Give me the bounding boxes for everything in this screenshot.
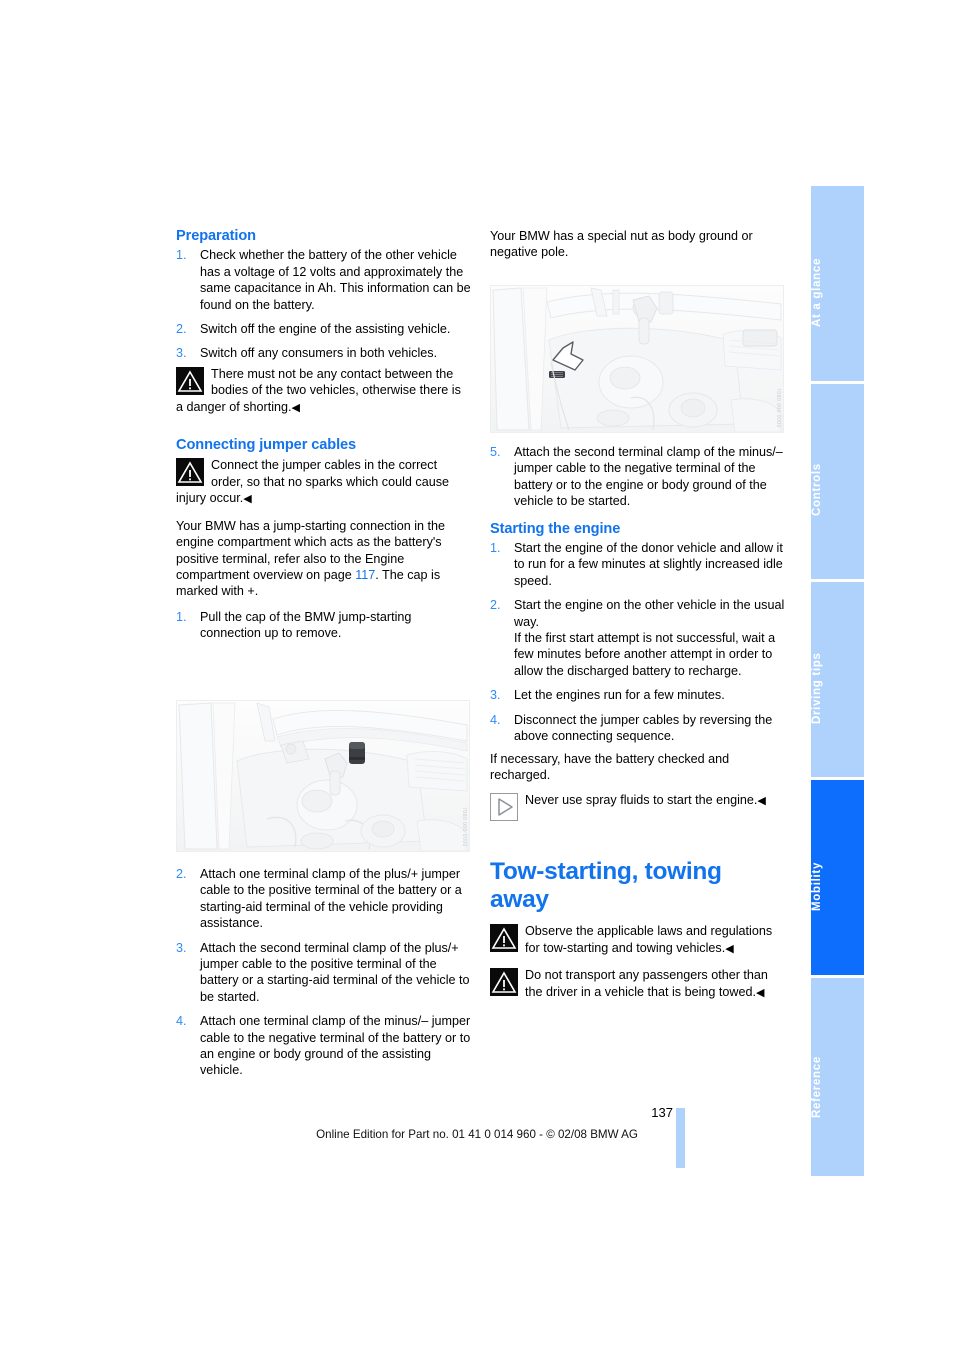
paragraph-battery-check: If necessary, have the battery checked a… (490, 751, 730, 782)
step-text: Attach the second terminal clamp of the … (200, 940, 470, 1004)
note-triangle-icon (490, 793, 518, 822)
list-item: 2. Attach one terminal clamp of the plus… (176, 866, 471, 932)
list-item: 1. Pull the cap of the BMW jump-starting… (176, 609, 471, 642)
warning-triangle-icon (490, 968, 518, 997)
end-of-warning-mark: ◀ (725, 942, 734, 955)
jumper-cable-step-list-part3: 5. Attach the second terminal clamp of t… (490, 444, 785, 510)
step-text: Attach one terminal clamp of the minus/–… (200, 1014, 471, 1078)
warning-block-no-passengers: Do not transport any passengers other th… (490, 967, 785, 1001)
sidebar-tab-driving-tips[interactable]: Driving tips (811, 582, 864, 777)
warning-text: There must not be any contact between th… (176, 366, 461, 414)
sidebar-tab-at-a-glance[interactable]: At a glance (811, 186, 864, 381)
list-item: 4. Attach one terminal clamp of the minu… (176, 1013, 471, 1079)
step-text: Start the engine of the donor vehicle an… (514, 541, 783, 588)
step-text: Switch off any consumers in both vehicle… (200, 346, 438, 361)
step-number: 1. (176, 248, 187, 263)
list-item: 3. Switch off any consumers in both vehi… (176, 345, 471, 361)
sidebar-tab-at-a-glance-label: At a glance (811, 257, 823, 327)
step-number: 3. (176, 346, 187, 361)
end-of-note-mark: ◀ (757, 795, 766, 808)
step-text: Disconnect the jumper cables by reversin… (514, 712, 773, 744)
paragraph-body-ground: Your BMW has a special nut as body groun… (490, 229, 753, 260)
list-item: 1. Check whether the battery of the othe… (176, 247, 471, 313)
page-number: 137 (651, 1105, 673, 1120)
list-item: 3. Attach the second terminal clamp of t… (176, 940, 471, 1006)
right-text-column-intro: Your BMW has a special nut as body groun… (490, 228, 785, 261)
jumper-cable-step-list-part1: 1. Pull the cap of the BMW jump-starting… (176, 609, 471, 642)
step-number: 2. (490, 598, 501, 613)
warning-triangle-icon (176, 366, 204, 395)
footer-text: Online Edition for Part no. 01 41 0 014 … (316, 1128, 638, 1141)
heading-starting-the-engine: Starting the engine (490, 520, 621, 537)
note-block-spray-fluids: Never use spray fluids to start the engi… (490, 792, 785, 822)
list-item: 1. Start the engine of the donor vehicle… (490, 540, 785, 589)
warning-text: Connect the jumper cables in the correct… (176, 458, 450, 506)
sidebar-tab-reference[interactable]: Reference (811, 978, 864, 1176)
list-item: 4. Disconnect the jumper cables by rever… (490, 712, 785, 745)
step-text: Attach the second terminal clamp of the … (514, 445, 783, 509)
jumper-cable-step-list-part2: 2. Attach one terminal clamp of the plus… (176, 866, 471, 1079)
starting-engine-step-list: 1. Start the engine of the donor vehicle… (490, 540, 785, 744)
manual-page: At a glance Controls Driving tips Mobili… (0, 0, 954, 1350)
list-item: 3. Let the engines run for a few minutes… (490, 687, 785, 703)
page-title: Tow-starting, towing away (490, 858, 722, 914)
warning-block-cable-order: Connect the jumper cables in the correct… (176, 457, 471, 507)
step-text: Check whether the battery of the other v… (200, 248, 471, 312)
step-number: 2. (176, 867, 187, 881)
sidebar-tab-controls-label: Controls (811, 463, 823, 517)
step-text: Let the engines run for a few minutes. (514, 688, 725, 703)
page-reference-link[interactable]: 117 (355, 568, 375, 582)
paragraph-jump-start-connection: Your BMW has a jump-starting connection … (176, 518, 471, 600)
warning-triangle-icon (490, 924, 518, 953)
sidebar-tab-mobility[interactable]: Mobility (811, 780, 864, 975)
warning-triangle-icon (176, 458, 204, 487)
step-number: 3. (490, 688, 501, 703)
sidebar-tab-controls[interactable]: Controls (811, 384, 864, 579)
warning-text: Do not transport any passengers other th… (525, 968, 768, 999)
end-of-warning-mark: ◀ (243, 493, 252, 506)
step-number: 2. (176, 322, 187, 337)
end-of-warning-mark: ◀ (756, 986, 765, 999)
sidebar-tab-driving-tips-label: Driving tips (811, 652, 823, 724)
heading-connecting-jumper-cables: Connecting jumper cables (176, 437, 357, 454)
step-number: 4. (490, 712, 501, 727)
right-text-column: 5. Attach the second terminal clamp of t… (490, 444, 785, 1011)
step-text: Start the engine on the other vehicle in… (514, 598, 785, 629)
left-text-column-continued: 2. Attach one terminal clamp of the plus… (176, 866, 471, 1079)
list-item: 5. Attach the second terminal clamp of t… (490, 444, 785, 510)
step-text: Switch off the engine of the assisting v… (200, 322, 451, 337)
preparation-step-list: 1. Check whether the battery of the othe… (176, 247, 471, 361)
step-sub-note: If the first start attempt is not succes… (514, 631, 776, 678)
step-number: 1. (176, 609, 187, 624)
step-text: Attach one terminal clamp of the plus/+ … (200, 867, 462, 931)
step-number: 4. (176, 1014, 187, 1029)
left-text-column: Preparation 1. Check whether the battery… (176, 228, 471, 642)
list-item: 2. Switch off the engine of the assistin… (176, 321, 471, 337)
note-text: Never use spray fluids to start the engi… (525, 793, 758, 808)
list-item: 2. Start the engine on the other vehicle… (490, 597, 785, 679)
engine-bay-illustration (177, 701, 469, 851)
figure-jump-start-connection: 7080 000 0000 (176, 700, 470, 852)
chapter-tab-strip: At a glance Controls Driving tips Mobili… (811, 186, 864, 1176)
step-number: 5. (490, 445, 501, 459)
warning-block-tow-laws: Observe the applicable laws and regulati… (490, 923, 785, 957)
sidebar-tab-mobility-label: Mobility (811, 861, 823, 911)
figure-body-ground-nut: 7080 000 0000 (490, 285, 784, 433)
step-number: 3. (176, 940, 187, 955)
figure-reference-code: 7080 000 0000 (461, 807, 467, 847)
figure-reference-code: 7080 000 0000 (775, 388, 781, 428)
warning-text: Observe the applicable laws and regulati… (525, 924, 773, 955)
step-number: 1. (490, 541, 501, 556)
step-text: Pull the cap of the BMW jump-starting co… (200, 609, 412, 641)
heading-preparation: Preparation (176, 228, 256, 244)
engine-bay-illustration (491, 286, 783, 432)
warning-block-shorting: There must not be any contact between th… (176, 366, 471, 416)
end-of-warning-mark: ◀ (291, 401, 300, 414)
